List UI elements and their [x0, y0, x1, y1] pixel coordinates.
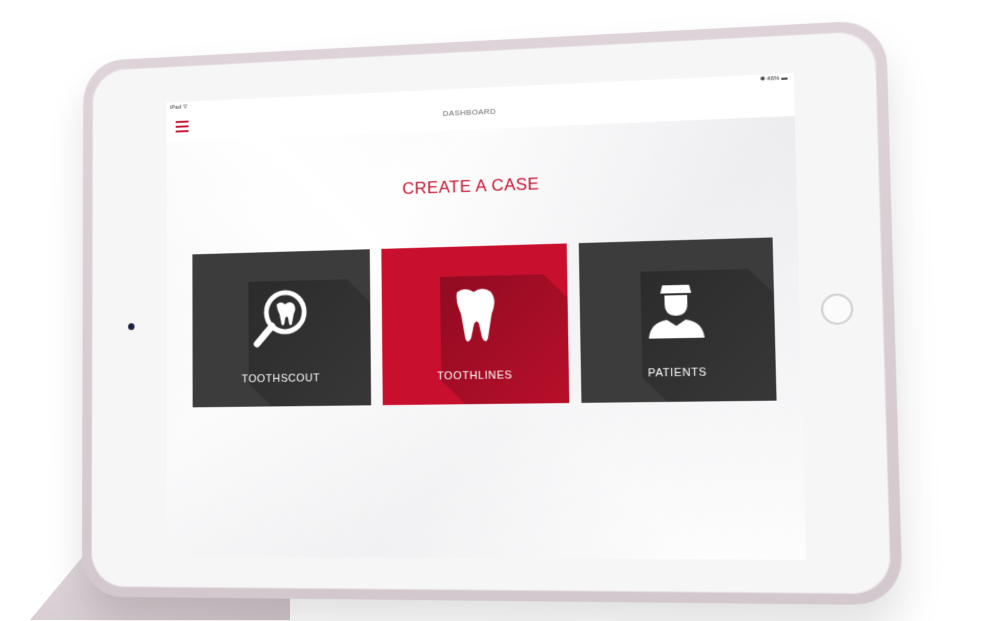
magnifier-tooth-icon	[247, 284, 314, 354]
device-wrap: iPad ᯤ ✱ 46% ▬ DASHBOARD CREATE A CASE T…	[0, 0, 1001, 621]
tooth-icon	[439, 279, 509, 350]
case-tiles: TOOTHSCOUT TOOTHLINES PATIENTS	[192, 237, 778, 409]
toothlines-label: TOOTHLINES	[382, 369, 568, 384]
home-button[interactable]	[821, 293, 854, 325]
status-battery: ✱ 46% ▬	[760, 74, 788, 82]
toothscout-label: TOOTHSCOUT	[193, 372, 371, 386]
app-screen: iPad ᯤ ✱ 46% ▬ DASHBOARD CREATE A CASE T…	[167, 73, 807, 560]
product-photo: iPad ᯤ ✱ 46% ▬ DASHBOARD CREATE A CASE T…	[0, 0, 1001, 621]
toothlines-tile[interactable]: TOOTHLINES	[381, 243, 569, 405]
tablet-device: iPad ᯤ ✱ 46% ▬ DASHBOARD CREATE A CASE T…	[82, 20, 903, 606]
status-carrier: iPad ᯤ	[170, 103, 188, 111]
patients-tile[interactable]: PATIENTS	[579, 237, 777, 402]
toothscout-tile[interactable]: TOOTHSCOUT	[192, 249, 371, 407]
tablet-bezel: iPad ᯤ ✱ 46% ▬ DASHBOARD CREATE A CASE T…	[91, 30, 891, 594]
patient-icon	[639, 274, 713, 347]
create-case-heading: CREATE A CASE	[167, 165, 797, 207]
front-camera	[128, 323, 134, 330]
dashboard-content: CREATE A CASE TOOTHSCOUT TOOTHLINES PATI…	[167, 116, 807, 560]
